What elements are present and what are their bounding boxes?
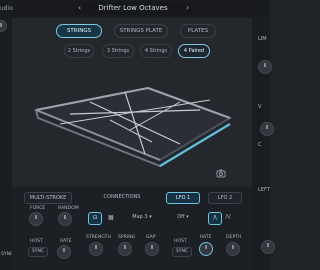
map-selector[interactable]: Map 3 ▾ [126,212,158,223]
tab-strings-plate-label: STRINGS PLATE [119,28,163,34]
force-label: FORCE [30,206,46,211]
lfo-link-icon[interactable]: ⊡ [88,212,102,225]
grid-icon[interactable]: ▦ [108,214,114,221]
tab-strings-label: STRINGS [66,28,92,34]
lfo-rate-label: RATE [200,235,212,240]
spring-knob[interactable] [118,242,132,256]
strength-label: STRENGTH [86,235,111,240]
right-edge-knob[interactable] [258,60,272,74]
right-edge-knob-3[interactable] [261,240,275,254]
mode-2-strings-label: 2 Strings [67,48,91,54]
right-edge-knob-2[interactable] [260,122,274,136]
mode-4-paired[interactable]: 4 Paired [178,44,210,58]
lfo-sync-button[interactable]: SYNC [172,247,192,257]
connections-tab[interactable]: CONNECTIONS [78,192,166,202]
left-panel [0,18,12,270]
rate-label: RATE [60,239,72,244]
random-label: RANDOM [58,206,79,211]
lfo-rate-knob[interactable] [199,242,213,256]
strength-knob[interactable] [89,242,103,256]
mode-4-strings[interactable]: 4 Strings [140,44,172,58]
right-label-lim: LIM [258,36,267,42]
mode-4-paired-label: 4 Paired [183,48,205,54]
force-knob[interactable] [29,212,43,226]
spring-label: SPRING [118,235,136,240]
multi-stroke-button[interactable]: MULTI-STROKE [24,192,72,204]
random-knob[interactable] [58,212,72,226]
lfo1-tab[interactable]: LFO 1 [166,192,200,204]
mode-3-strings[interactable]: 3 Strings [102,44,134,58]
wave-shape-icon[interactable]: /\ [208,212,222,225]
camera-reset-icon[interactable] [216,168,226,178]
mode-4-strings-label: 4 Strings [144,48,168,54]
off-selector[interactable]: Off ▾ [172,212,194,223]
rate-knob-left[interactable] [57,245,71,259]
string-plate-visualizer[interactable] [30,82,240,167]
preset-next-icon[interactable]: › [186,3,189,12]
right-label-left: LEFT [258,187,270,193]
mode-2-strings[interactable]: 2 Strings [64,44,94,58]
map-selector-label: Map 3 [132,214,148,220]
depth-label: DEPTH [226,235,242,240]
wave-shape-2-icon[interactable]: /\/ [222,212,234,223]
right-label-v: V [258,104,262,110]
gap-knob[interactable] [145,242,159,256]
lfo2-tab[interactable]: LFO 2 [208,192,242,204]
tab-strings-plate[interactable]: STRINGS PLATE [114,24,168,38]
audio-label: udio [0,5,13,12]
gap-label: GAP [146,235,156,240]
preset-name: Drifter Low Octaves [98,4,168,12]
tab-plates[interactable]: PLATES [180,24,216,38]
tab-strings[interactable]: STRINGS [56,24,102,38]
sync-button[interactable]: SYNC [28,247,48,257]
lfo-host-label: HOST [174,239,187,244]
mode-3-strings-label: 3 Strings [106,48,130,54]
off-selector-label: Off [177,214,185,220]
host-label: HOST [30,239,43,244]
right-label-c: C [258,142,262,148]
depth-knob[interactable] [226,242,240,256]
tab-plates-label: PLATES [187,28,209,34]
